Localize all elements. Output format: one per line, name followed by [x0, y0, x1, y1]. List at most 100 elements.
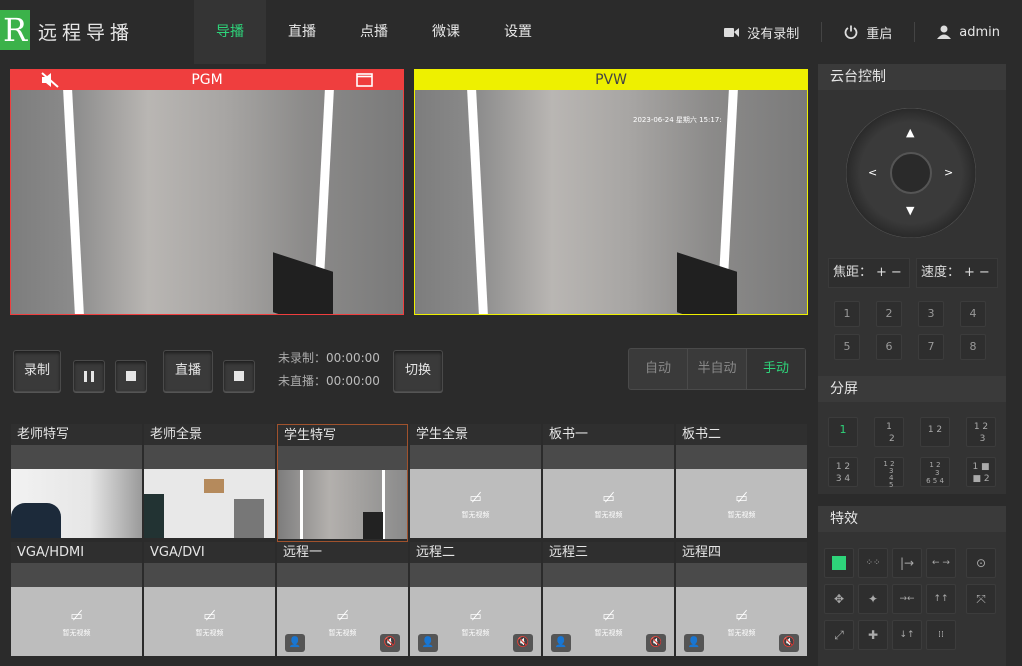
- ptz-home-button[interactable]: [890, 152, 932, 194]
- preset-button[interactable]: 4: [960, 301, 986, 327]
- remote-user-icon[interactable]: 👤: [684, 634, 704, 652]
- pause-button[interactable]: [73, 360, 105, 392]
- switch-button[interactable]: 切换: [393, 350, 443, 392]
- source-preview: ▭̸ 暂无视频: [543, 469, 674, 538]
- ptz-up-icon[interactable]: ▲: [906, 126, 914, 139]
- preset-button[interactable]: 1: [834, 301, 860, 327]
- preset-button[interactable]: 6: [876, 334, 902, 360]
- mute-icon[interactable]: [41, 72, 61, 88]
- effect-zoom-out-icon[interactable]: ⤢: [824, 620, 854, 650]
- restart-button[interactable]: 重启: [821, 22, 914, 42]
- split-layout-6[interactable]: 1 2 36 5 4: [920, 457, 950, 487]
- ptz-down-icon[interactable]: ▼: [906, 204, 914, 217]
- source-tile-teacher-closeup[interactable]: 老师特写: [11, 424, 142, 542]
- record-status[interactable]: 没有录制: [702, 22, 821, 42]
- user-icon: [937, 25, 952, 39]
- effect-cross-icon[interactable]: ✚: [858, 620, 888, 650]
- focus-plus-button[interactable]: +: [876, 265, 887, 280]
- mode-manual-button[interactable]: 手动: [747, 349, 805, 389]
- no-video-text: 暂无视频: [727, 511, 756, 519]
- effect-circle-icon[interactable]: ⊙: [966, 548, 996, 578]
- speed-plus-button[interactable]: +: [964, 265, 975, 280]
- source-title: VGA/HDMI: [11, 542, 142, 563]
- effect-split-horizontal-icon[interactable]: ← →: [926, 548, 956, 578]
- split-layout-3[interactable]: 1 2 3: [966, 417, 996, 447]
- source-title: 学生特写: [278, 425, 407, 446]
- nav-item-live[interactable]: 直播: [266, 0, 338, 64]
- split-layout-5[interactable]: 1 2 3 4 5: [874, 457, 904, 489]
- effect-blinds-icon[interactable]: ⁞⁞: [926, 620, 956, 650]
- preset-button[interactable]: 3: [918, 301, 944, 327]
- preset-button[interactable]: 7: [918, 334, 944, 360]
- source-preview: ▭̸ 暂无视频 👤 🔇: [676, 587, 807, 656]
- top-right-actions: 没有录制 重启 admin: [702, 0, 1022, 64]
- source-toolbar: [11, 563, 142, 587]
- stop-record-button[interactable]: [115, 360, 147, 392]
- live-time-status: 未直播：00:00:00: [278, 372, 380, 389]
- effect-diamond-icon[interactable]: ✦: [858, 584, 888, 614]
- remote-user-icon[interactable]: 👤: [551, 634, 571, 652]
- mute-icon[interactable]: 🔇: [779, 634, 799, 652]
- effect-expand-icon[interactable]: ✥: [824, 584, 854, 614]
- source-tile-student-wide[interactable]: 学生全景 ▭̸ 暂无视频: [410, 424, 541, 542]
- split-layout-1[interactable]: 1: [828, 417, 858, 447]
- source-tile-board-2[interactable]: 板书二 ▭̸ 暂无视频: [676, 424, 807, 542]
- preset-button[interactable]: 5: [834, 334, 860, 360]
- remote-user-icon[interactable]: 👤: [418, 634, 438, 652]
- effect-up-icon[interactable]: ↑↑: [926, 584, 956, 614]
- source-tile-board-1[interactable]: 板书一 ▭̸ 暂无视频: [543, 424, 674, 542]
- stop-live-button[interactable]: [223, 360, 255, 392]
- mode-auto-button[interactable]: 自动: [629, 349, 687, 389]
- source-title: VGA/DVI: [144, 542, 275, 563]
- fullscreen-icon[interactable]: [356, 73, 373, 87]
- no-video-text: 暂无视频: [461, 629, 490, 637]
- user-menu[interactable]: admin: [914, 22, 1022, 42]
- stop-icon: [126, 371, 136, 381]
- source-tile-vga-hdmi[interactable]: VGA/HDMI ▭̸ 暂无视频: [11, 542, 142, 660]
- mode-semi-auto-button[interactable]: 半自动: [687, 349, 747, 389]
- ptz-dpad[interactable]: ▲ ▼ < >: [846, 108, 976, 238]
- ptz-right-icon[interactable]: >: [944, 166, 953, 179]
- no-video-text: 暂无视频: [594, 511, 623, 519]
- effect-corners-icon[interactable]: ⤧: [966, 584, 996, 614]
- source-tile-teacher-wide[interactable]: 老师全景: [144, 424, 275, 542]
- camera-off-icon: ▭̸: [469, 609, 482, 624]
- live-button[interactable]: 直播: [163, 350, 213, 392]
- mute-icon[interactable]: 🔇: [380, 634, 400, 652]
- source-tile-remote-3[interactable]: 远程三 ▭̸ 暂无视频 👤 🔇: [543, 542, 674, 660]
- effect-cut-icon[interactable]: [824, 548, 854, 578]
- record-button[interactable]: 录制: [13, 350, 61, 392]
- nav-item-settings[interactable]: 设置: [482, 0, 554, 64]
- split-layout-pip[interactable]: 1 ■ ■ 2: [966, 457, 996, 487]
- record-time-value: 00:00:00: [326, 351, 380, 365]
- preset-button[interactable]: 2: [876, 301, 902, 327]
- camera-off-icon: ▭̸: [735, 491, 748, 506]
- nav-item-microclass[interactable]: 微课: [410, 0, 482, 64]
- ptz-left-icon[interactable]: <: [868, 166, 877, 179]
- camera-off-icon: ▭̸: [469, 491, 482, 506]
- nav-item-vod[interactable]: 点播: [338, 0, 410, 64]
- effect-push-icon[interactable]: →←: [892, 584, 922, 614]
- speed-minus-button[interactable]: −: [979, 265, 990, 280]
- source-toolbar: [410, 445, 541, 469]
- camera-off-icon: ▭̸: [203, 609, 216, 624]
- mute-icon[interactable]: 🔇: [646, 634, 666, 652]
- source-tile-student-closeup[interactable]: 学生特写: [277, 424, 408, 542]
- effect-converge-icon[interactable]: ↓↑: [892, 620, 922, 650]
- split-layout-2[interactable]: 1 2: [874, 417, 904, 447]
- source-tile-remote-4[interactable]: 远程四 ▭̸ 暂无视频 👤 🔇: [676, 542, 807, 660]
- focus-minus-button[interactable]: −: [891, 265, 902, 280]
- preset-button[interactable]: 8: [960, 334, 986, 360]
- source-toolbar: [144, 445, 275, 469]
- source-tile-remote-2[interactable]: 远程二 ▭̸ 暂无视频 👤 🔇: [410, 542, 541, 660]
- nav-item-director[interactable]: 导播: [194, 0, 266, 64]
- source-toolbar: [676, 563, 807, 587]
- split-layout-4[interactable]: 1 23 4: [828, 457, 858, 487]
- effect-wipe-right-icon[interactable]: |→: [892, 548, 922, 578]
- source-tile-remote-1[interactable]: 远程一 ▭̸ 暂无视频 👤 🔇: [277, 542, 408, 660]
- effect-dissolve-icon[interactable]: ⁘⁘: [858, 548, 888, 578]
- mute-icon[interactable]: 🔇: [513, 634, 533, 652]
- source-tile-vga-dvi[interactable]: VGA/DVI ▭̸ 暂无视频: [144, 542, 275, 660]
- remote-user-icon[interactable]: 👤: [285, 634, 305, 652]
- split-layout-2-side[interactable]: 1 2: [920, 417, 950, 447]
